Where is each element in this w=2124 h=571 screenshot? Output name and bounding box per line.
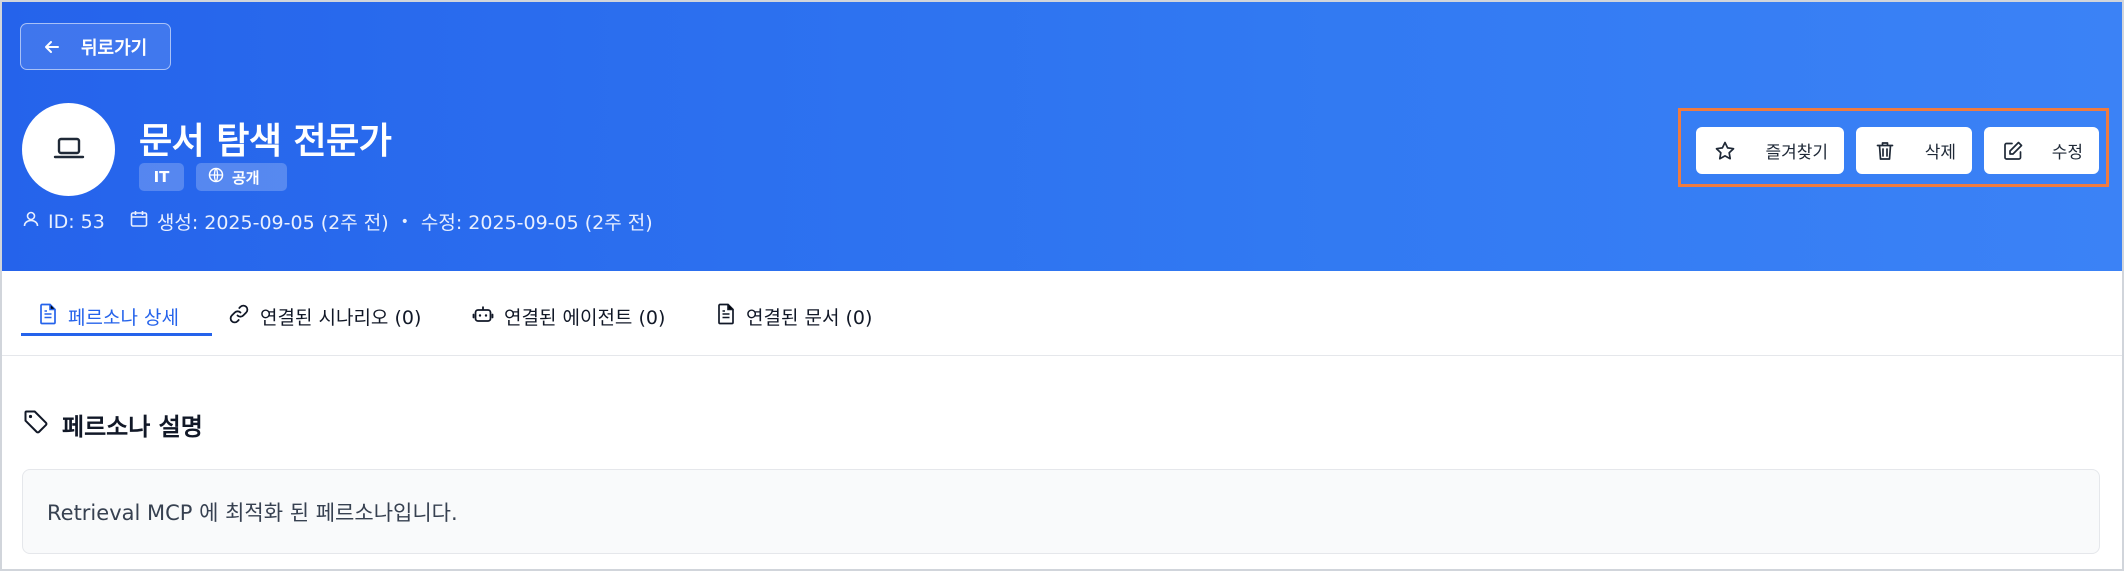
edit-icon [2000,138,2026,164]
edit-button-label: 수정 [2051,143,2083,163]
tab-persona-detail[interactable]: 페르소나 상세 [38,295,179,337]
arrow-left-icon [41,36,63,58]
category-badge: IT [139,163,184,191]
page-title: 문서 탐색 전문가 [139,121,392,162]
meta-created: 생성: 2025-09-05 (2주 전) [129,208,389,235]
tab-linked-scenarios[interactable]: 연결된 시나리오 (0) [228,295,421,337]
delete-button[interactable]: 삭제 [1856,127,1972,174]
favorite-button[interactable]: 즐겨찾기 [1696,127,1844,174]
visibility-label: 공개 [232,168,260,187]
section-title-text: 페르소나 설명 [62,413,203,441]
persona-header: 뒤로가기 문서 탐색 전문가 IT 공개 ID: 53 생성: 2025-09-… [2,2,2122,271]
section-title: 페르소나 설명 [22,407,203,442]
meta-id: ID: 53 [22,210,105,233]
meta-separator: • [400,213,409,230]
favorite-button-label: 즐겨찾기 [1765,143,1828,163]
tab-label: 페르소나 상세 [68,306,179,329]
back-button-label: 뒤로가기 [81,37,148,59]
edit-button[interactable]: 수정 [1984,127,2099,174]
active-tab-indicator [21,333,212,336]
meta-updated-text: 수정: 2025-09-05 (2주 전) [420,212,653,234]
tab-bar: 페르소나 상세 연결된 시나리오 (0) 연결된 에이전트 (0) 연결된 문서… [2,271,2122,356]
persona-description: Retrieval MCP 에 최적화 된 페르소나입니다. [22,469,2100,554]
persona-description-text: Retrieval MCP 에 최적화 된 페르소나입니다. [47,500,458,525]
link-icon [228,303,250,330]
tab-label: 연결된 시나리오 (0) [260,306,422,329]
delete-button-label: 삭제 [1924,143,1956,163]
avatar [22,103,115,196]
tab-linked-documents[interactable]: 연결된 문서 (0) [716,295,872,337]
globe-icon [208,167,224,187]
trash-icon [1872,138,1898,164]
badge-group: IT 공개 [139,163,287,191]
tab-linked-agents[interactable]: 연결된 에이전트 (0) [472,295,665,337]
persona-detail-page: 뒤로가기 문서 탐색 전문가 IT 공개 ID: 53 생성: 2025-09-… [0,0,2124,571]
back-button[interactable]: 뒤로가기 [20,23,171,70]
document-icon [716,303,736,330]
star-icon [1712,138,1738,164]
user-icon [22,210,40,233]
meta-id-text: ID: 53 [48,210,105,233]
tab-label: 연결된 문서 (0) [746,306,873,329]
document-icon [38,303,58,330]
meta-info: ID: 53 생성: 2025-09-05 (2주 전) • 수정: 2025-… [22,208,653,235]
tab-label: 연결된 에이전트 (0) [504,306,666,329]
laptop-icon [51,130,87,170]
bot-icon [472,303,494,330]
tag-icon [22,408,50,442]
calendar-icon [129,209,149,234]
visibility-badge: 공개 [196,163,287,191]
meta-created-text: 생성: 2025-09-05 (2주 전) [156,212,389,234]
meta-updated: 수정: 2025-09-05 (2주 전) [421,208,653,235]
